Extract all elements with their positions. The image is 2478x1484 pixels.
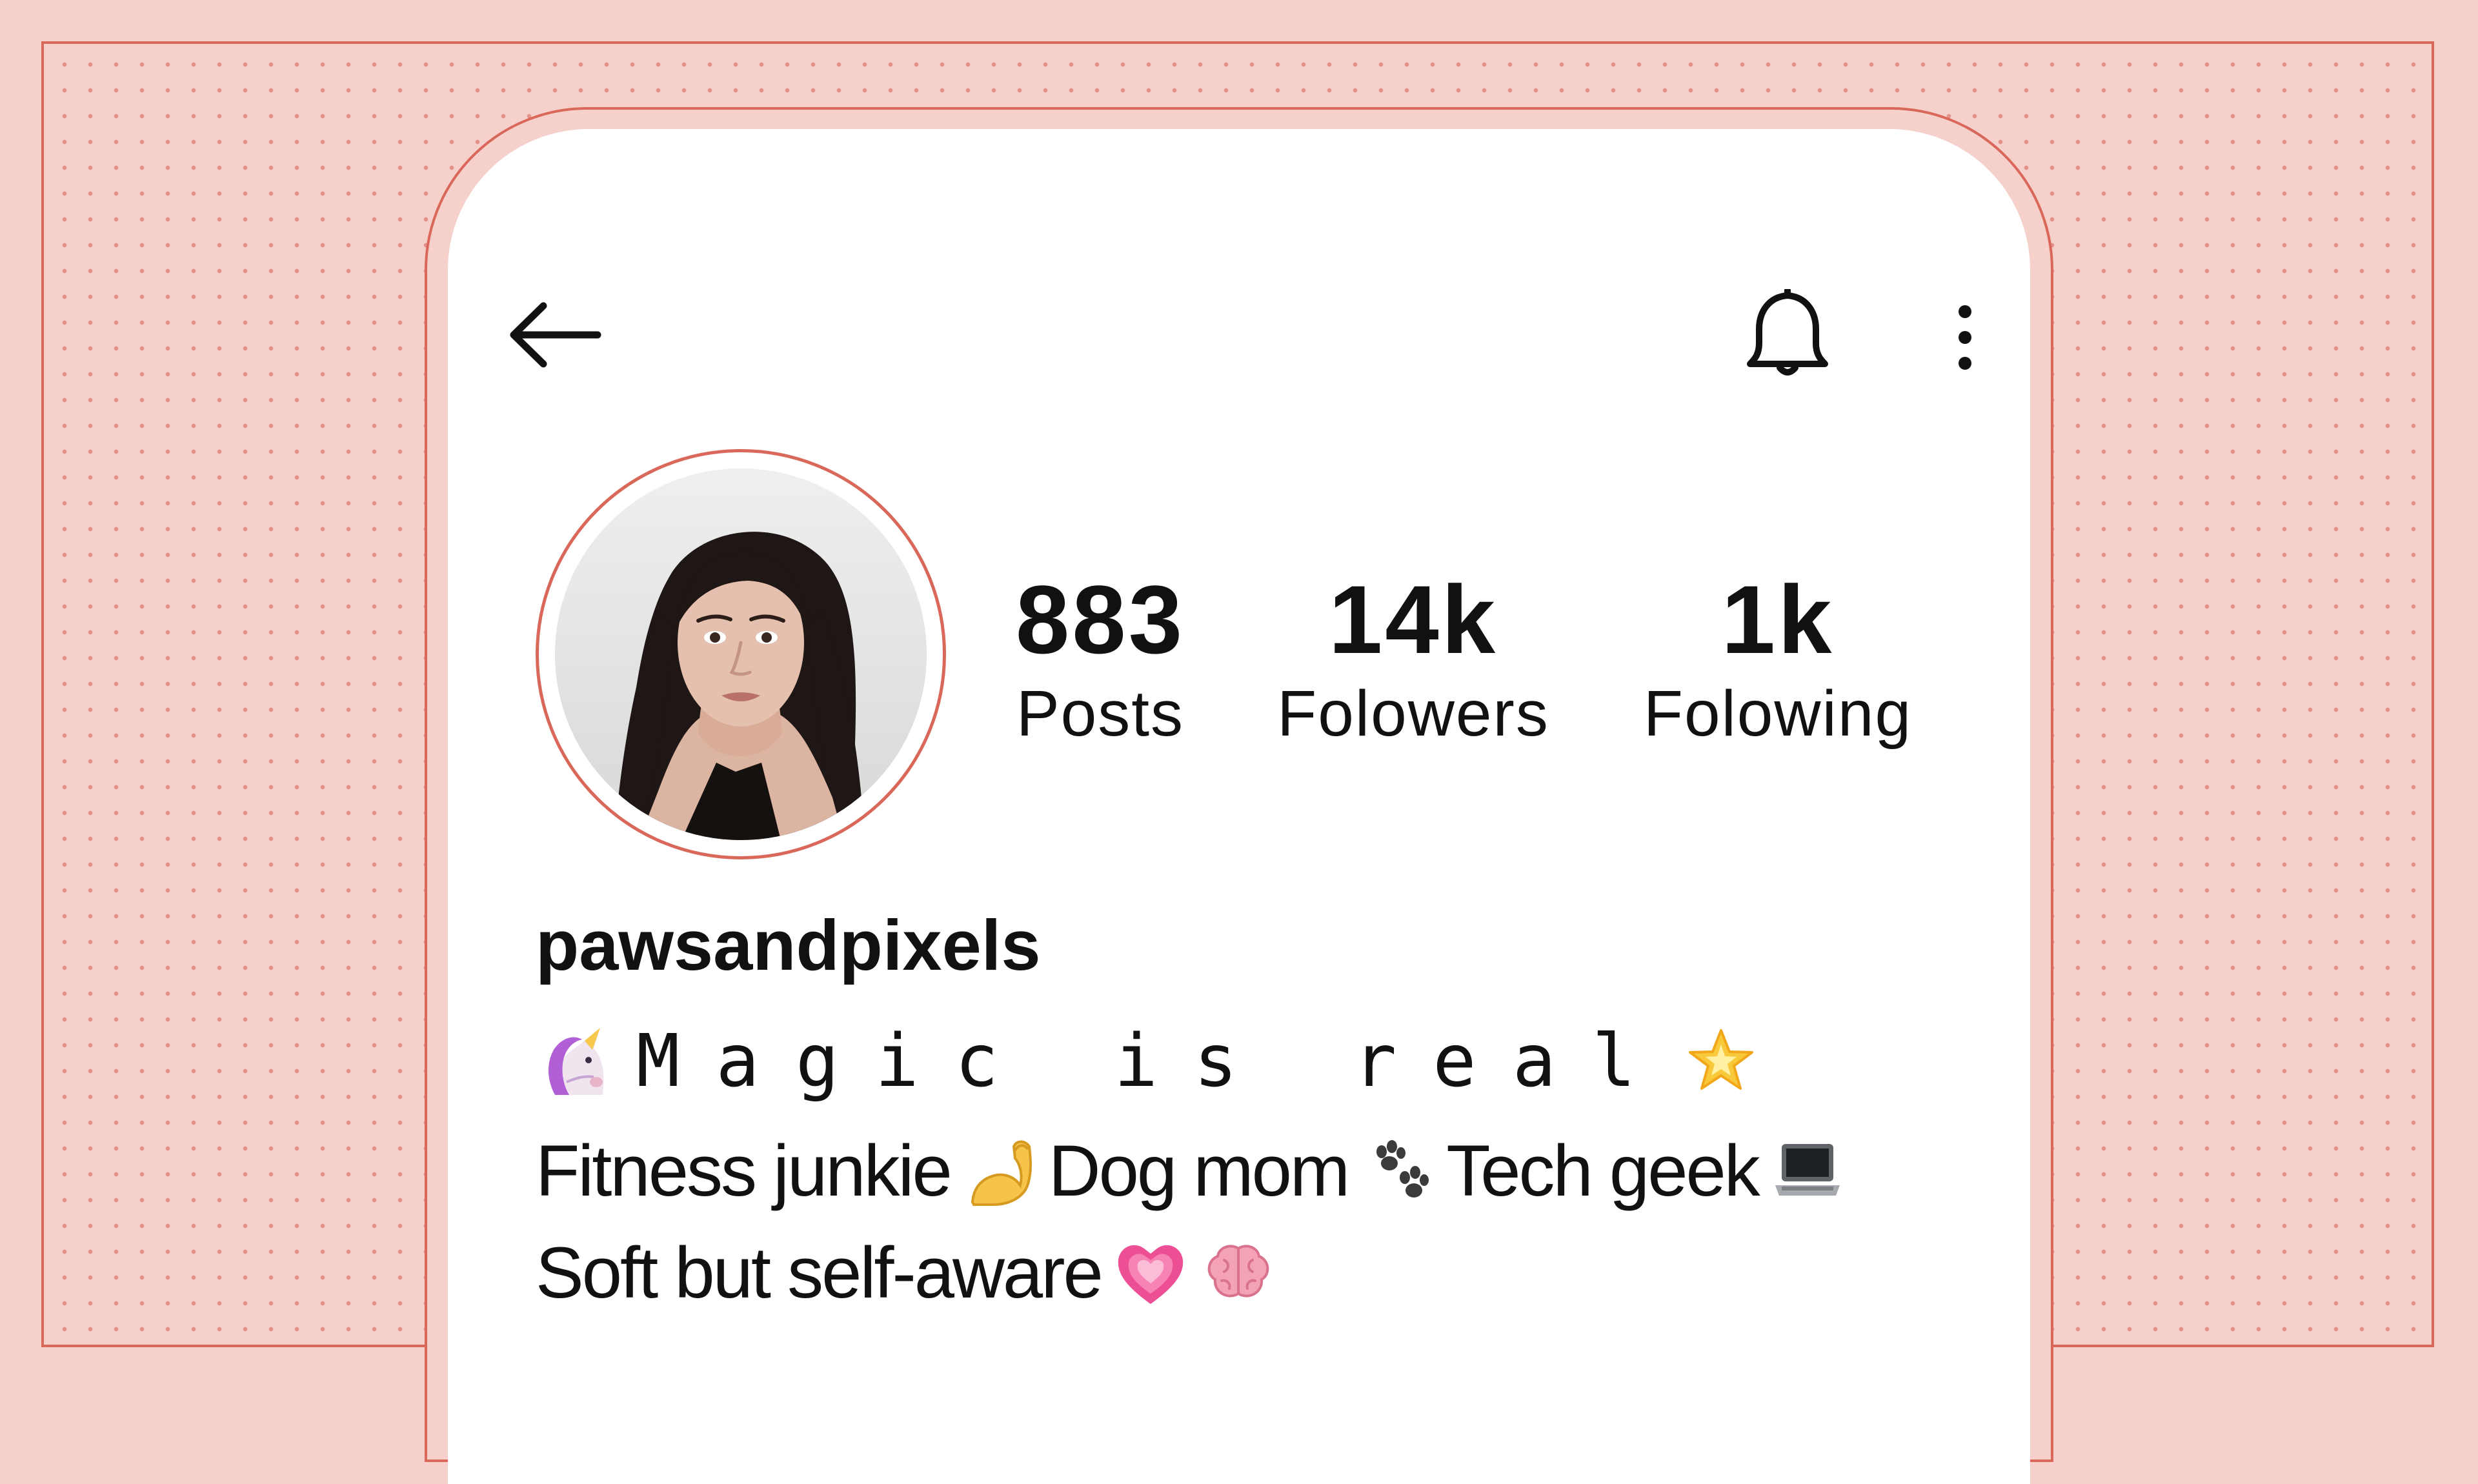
unicorn-icon bbox=[548, 1028, 604, 1095]
stat-followers-value: 14k bbox=[1328, 565, 1498, 674]
bio-line-1: Magic is real bbox=[536, 1013, 1770, 1110]
avatar-illustration bbox=[555, 468, 927, 840]
bio-magic-text: Magic is real bbox=[636, 1019, 1672, 1103]
stat-posts-value: 883 bbox=[1015, 565, 1185, 674]
flexed-biceps-icon bbox=[971, 1140, 1032, 1206]
stat-followers[interactable]: 14k Folowers bbox=[1265, 568, 1562, 752]
stat-following[interactable]: 1k Folowing bbox=[1626, 568, 1929, 752]
avatar[interactable] bbox=[555, 468, 927, 840]
bio-fitness-text: Fitness junkie bbox=[536, 1130, 952, 1211]
brain-icon bbox=[1207, 1245, 1269, 1298]
bell-icon[interactable] bbox=[1742, 289, 1833, 379]
stat-following-value: 1k bbox=[1721, 565, 1835, 674]
stat-posts-label: Posts bbox=[1016, 677, 1185, 750]
stat-posts[interactable]: 883 Posts bbox=[994, 568, 1207, 752]
growing-heart-icon bbox=[1118, 1245, 1183, 1304]
laptop-icon bbox=[1775, 1144, 1840, 1196]
stat-followers-label: Folowers bbox=[1277, 677, 1549, 750]
paw-prints-icon bbox=[1376, 1140, 1429, 1198]
bio-soft-text: Soft but self-aware bbox=[536, 1232, 1103, 1313]
bio-tech-text: Tech geek bbox=[1446, 1130, 1760, 1211]
glowing-star-icon bbox=[1688, 1029, 1753, 1090]
stat-following-label: Folowing bbox=[1643, 677, 1913, 750]
back-arrow-icon[interactable] bbox=[507, 299, 604, 370]
bio-line-3: Soft but self-aware bbox=[536, 1225, 1287, 1321]
bio-dog-text: Dog mom bbox=[1048, 1130, 1350, 1211]
username: pawsandpixels bbox=[536, 906, 1041, 985]
bio-line-2: Fitness junkie Dog mom Tech geek bbox=[536, 1123, 1857, 1219]
more-options-icon[interactable] bbox=[1949, 296, 1981, 379]
